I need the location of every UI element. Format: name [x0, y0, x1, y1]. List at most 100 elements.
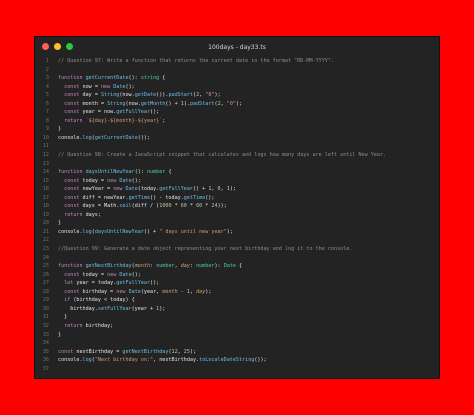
- code-token: {: [235, 263, 243, 270]
- line-text: const days = Math.ceil(diff / (1000 * 60…: [58, 202, 227, 211]
- line-text: return days;: [58, 211, 101, 220]
- code-line: 13: [35, 160, 439, 169]
- code-token: days = Math.: [82, 203, 120, 210]
- code-token: }: [58, 220, 62, 227]
- window-titlebar: 100days - day33.ts: [35, 37, 439, 57]
- code-token: getDate: [134, 92, 157, 99]
- code-token: () - today.: [150, 194, 184, 201]
- code-line: 12 // Question 98: Create a JavaScript sn…: [35, 151, 439, 160]
- line-text: const birthday = new Date(year, month - …: [58, 288, 211, 297]
- code-token: }: [58, 126, 62, 133]
- line-text: function getNextBirthday(month: number, …: [58, 262, 242, 271]
- code-token: if: [58, 297, 74, 304]
- line-text: // Question 98: Create a JavaScript snip…: [58, 151, 386, 160]
- line-text: //Question 99: Generate a date object re…: [58, 245, 352, 254]
- code-line: 9}: [35, 125, 439, 134]
- code-line: 23 //Question 99: Generate a date object …: [35, 245, 439, 254]
- code-line: 19 return days;: [35, 211, 439, 220]
- code-token: nextBirthday =: [76, 348, 123, 355]
- code-token: "0": [226, 100, 236, 107]
- minimize-window-button[interactable]: [54, 43, 61, 50]
- code-line: 2: [35, 66, 439, 75]
- code-token: new: [116, 288, 129, 295]
- code-token: new: [113, 186, 126, 193]
- line-number: 25: [42, 263, 49, 270]
- line-number: 36: [42, 357, 49, 364]
- code-token: getTime: [128, 194, 151, 201]
- code-token: newYear =: [82, 186, 114, 193]
- code-line: 31 }: [35, 313, 439, 322]
- line-number: 16: [42, 186, 49, 193]
- code-line: 27 let year = today.getFullYear();: [35, 279, 439, 288]
- code-token: birthday =: [82, 288, 117, 295]
- line-number: 35: [42, 348, 49, 355]
- line-number: 21: [42, 228, 49, 235]
- line-text: const month = String(now.getMonth() + 1)…: [58, 100, 242, 109]
- code-token: getNextBirthday: [122, 348, 169, 355]
- line-text: function daysUntilNewYear(): number {: [58, 168, 172, 177]
- code-token: const: [58, 271, 83, 278]
- code-line: 6 const month = String(now.getMonth() + …: [35, 100, 439, 109]
- code-line: 25 function getNextBirthday(month: number…: [35, 262, 439, 271]
- code-token: () +: [143, 228, 160, 235]
- code-token: ):: [214, 263, 224, 270]
- code-token: const: [58, 109, 83, 116]
- code-token: const: [58, 348, 77, 355]
- code-token: diff = newYear.: [82, 194, 129, 201]
- line-text: }: [58, 331, 61, 340]
- code-token: return: [58, 117, 86, 124]
- code-line: 29 if (birthday < today) {: [35, 296, 439, 305]
- line-number: 19: [42, 211, 49, 218]
- line-number: 11: [42, 143, 49, 150]
- code-token: String: [107, 100, 126, 107]
- code-token: );: [205, 288, 212, 295]
- line-text: const today = new Date();: [58, 271, 141, 280]
- code-token: return: [58, 322, 86, 329]
- code-line: 16 const newYear = new Date(today.getFul…: [35, 185, 439, 194]
- code-editor-window: 100days - day33.ts 1 // Question 97: Writ…: [35, 37, 439, 378]
- code-token: now =: [82, 83, 101, 90]
- line-number: 33: [42, 331, 49, 338]
- line-number: 15: [42, 177, 49, 184]
- code-token: birthday;: [85, 322, 114, 329]
- code-token: number: [146, 169, 166, 176]
- line-text: if (birthday < today) {: [58, 296, 135, 305]
- code-line: 33}: [35, 331, 439, 340]
- code-line: 11: [35, 142, 439, 151]
- code-line: 21 console.log(daysUntilNewYear() + " day…: [35, 228, 439, 237]
- line-text: console.log("Next birthday on:", nextBir…: [58, 356, 267, 365]
- line-text: // Question 97: Write a function that re…: [58, 57, 334, 66]
- line-text: const now = new Date();: [58, 83, 135, 92]
- code-token: -: [177, 288, 187, 295]
- code-line: 1 // Question 97: Write a function that r…: [35, 57, 439, 66]
- line-number: 24: [42, 254, 49, 261]
- code-line: 35 const nextBirthday = getNextBirthday(1…: [35, 348, 439, 357]
- code-token: getNextBirthday: [85, 263, 132, 270]
- line-text: const year = now.getFullYear();: [58, 108, 159, 117]
- code-token: const: [58, 100, 83, 107]
- code-token: // Question 98: Create a JavaScript snip…: [58, 152, 387, 159]
- code-token: {: [165, 169, 172, 176]
- code-token: 1000: [159, 203, 172, 210]
- close-window-button[interactable]: [42, 43, 49, 50]
- code-token: ();: [150, 109, 160, 116]
- line-text: }: [58, 125, 61, 134]
- line-number: 29: [42, 297, 49, 304]
- code-token: day: [180, 263, 190, 270]
- code-line: 22: [35, 236, 439, 245]
- code-line: 26 const today = new Date();: [35, 271, 439, 280]
- code-token: log: [82, 134, 92, 141]
- maximize-window-button[interactable]: [66, 43, 73, 50]
- code-token: ceil: [119, 203, 132, 210]
- code-token: (year +: [131, 305, 157, 312]
- code-line: 28 const birthday = new Date(year, month…: [35, 288, 439, 297]
- line-number: 27: [42, 280, 49, 287]
- code-token: ();: [125, 83, 135, 90]
- code-token: getFullYear: [159, 186, 193, 193]
- code-line: 24: [35, 254, 439, 263]
- code-token: toLocaleDateString: [199, 357, 255, 364]
- code-token: today =: [82, 271, 108, 278]
- code-token: const: [58, 83, 83, 90]
- code-token: getFullYear: [116, 109, 151, 116]
- code-area[interactable]: 1 // Question 97: Write a function that r…: [35, 57, 439, 373]
